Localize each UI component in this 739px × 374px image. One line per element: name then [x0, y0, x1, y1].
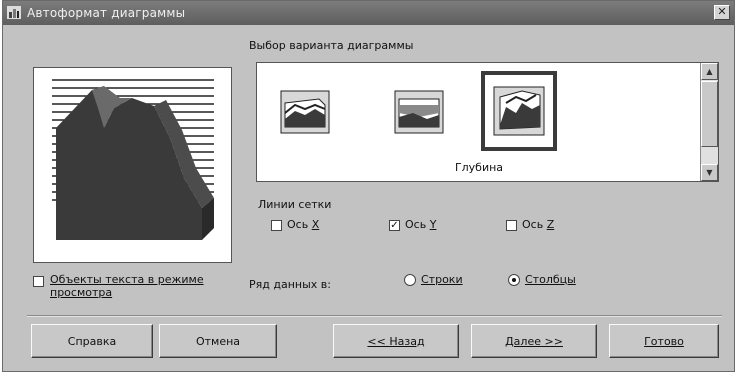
selected-variant-caption: Глубина	[454, 161, 504, 174]
title-bar[interactable]: Автоформат диаграммы ✕	[3, 1, 734, 25]
gridline-x-checkbox[interactable]	[271, 220, 282, 231]
3d-depth-area-chart-icon	[493, 86, 545, 136]
gridline-y-label[interactable]: Ось Y	[405, 218, 436, 231]
gridline-y-key: Y	[429, 218, 437, 231]
cancel-button[interactable]: Отмена	[159, 324, 277, 358]
series-rows-label[interactable]: Строки	[421, 273, 463, 286]
arrow-up-icon: ▲	[706, 67, 713, 76]
gridline-y-prefix: Ось	[405, 218, 430, 231]
gridline-y-checkbox[interactable]: ✓	[389, 220, 400, 231]
scroll-thumb[interactable]	[701, 81, 718, 147]
close-icon: ✕	[717, 5, 727, 18]
scroll-up-button[interactable]: ▲	[701, 63, 718, 80]
variants-scrollbar[interactable]: ▲ ▼	[700, 63, 718, 181]
window-title: Автоформат диаграммы	[27, 6, 186, 20]
back-button-label: << Назад	[367, 334, 425, 348]
series-rows-radio[interactable]	[404, 274, 416, 286]
3d-area-preview-image	[52, 79, 214, 240]
gridline-z-key: Z	[546, 218, 555, 231]
scroll-down-button[interactable]: ▼	[701, 164, 718, 181]
variants-heading: Выбор варианта диаграммы	[249, 39, 414, 52]
next-button[interactable]: Далее >>	[471, 324, 597, 358]
series-columns-label[interactable]: Столбцы	[525, 273, 576, 286]
back-button[interactable]: << Назад	[333, 324, 459, 358]
text-objects-checkbox[interactable]	[33, 276, 44, 287]
button-row: Справка Отмена << Назад Далее >> Готово	[31, 324, 719, 360]
gridline-z-prefix: Ось	[522, 218, 547, 231]
text-objects-label-line1: Объекты текста в режиме	[50, 273, 204, 286]
3d-stacked-area-chart-icon	[394, 90, 444, 134]
gridline-x-key: X	[311, 218, 320, 231]
gridlines-heading: Линии сетки	[258, 198, 332, 211]
series-columns-radio[interactable]	[508, 274, 520, 286]
3d-area-chart-icon	[280, 90, 330, 134]
text-objects-label-line2: просмотра	[50, 286, 113, 299]
variants-list[interactable]: Глубина ▲ ▼	[256, 62, 719, 182]
button-row-divider	[27, 315, 722, 317]
series-in-label: Ряд данных в:	[249, 278, 331, 291]
gridline-z-label[interactable]: Ось Z	[522, 218, 554, 231]
close-button[interactable]: ✕	[714, 5, 730, 20]
autoformat-dialog: Автоформат диаграммы ✕ Объекты текста в …	[2, 0, 735, 372]
checkmark-icon: ✓	[390, 220, 399, 231]
finish-button[interactable]: Готово	[609, 324, 719, 358]
variant-3d-stacked[interactable]	[387, 81, 451, 143]
variant-3d-area[interactable]	[273, 81, 337, 143]
text-objects-label[interactable]: Объекты текста в режиме просмотра	[50, 273, 204, 299]
next-button-label: Далее >>	[505, 334, 563, 348]
chart-app-icon	[7, 6, 21, 19]
gridline-x-prefix: Ось	[287, 218, 312, 231]
arrow-down-icon: ▼	[706, 168, 713, 177]
finish-button-label: Готово	[644, 334, 684, 348]
gridline-z-checkbox[interactable]	[506, 220, 517, 231]
chart-preview	[33, 67, 232, 263]
help-button[interactable]: Справка	[31, 324, 153, 358]
gridline-x-label[interactable]: Ось X	[287, 218, 319, 231]
variant-3d-depth[interactable]	[481, 71, 557, 151]
